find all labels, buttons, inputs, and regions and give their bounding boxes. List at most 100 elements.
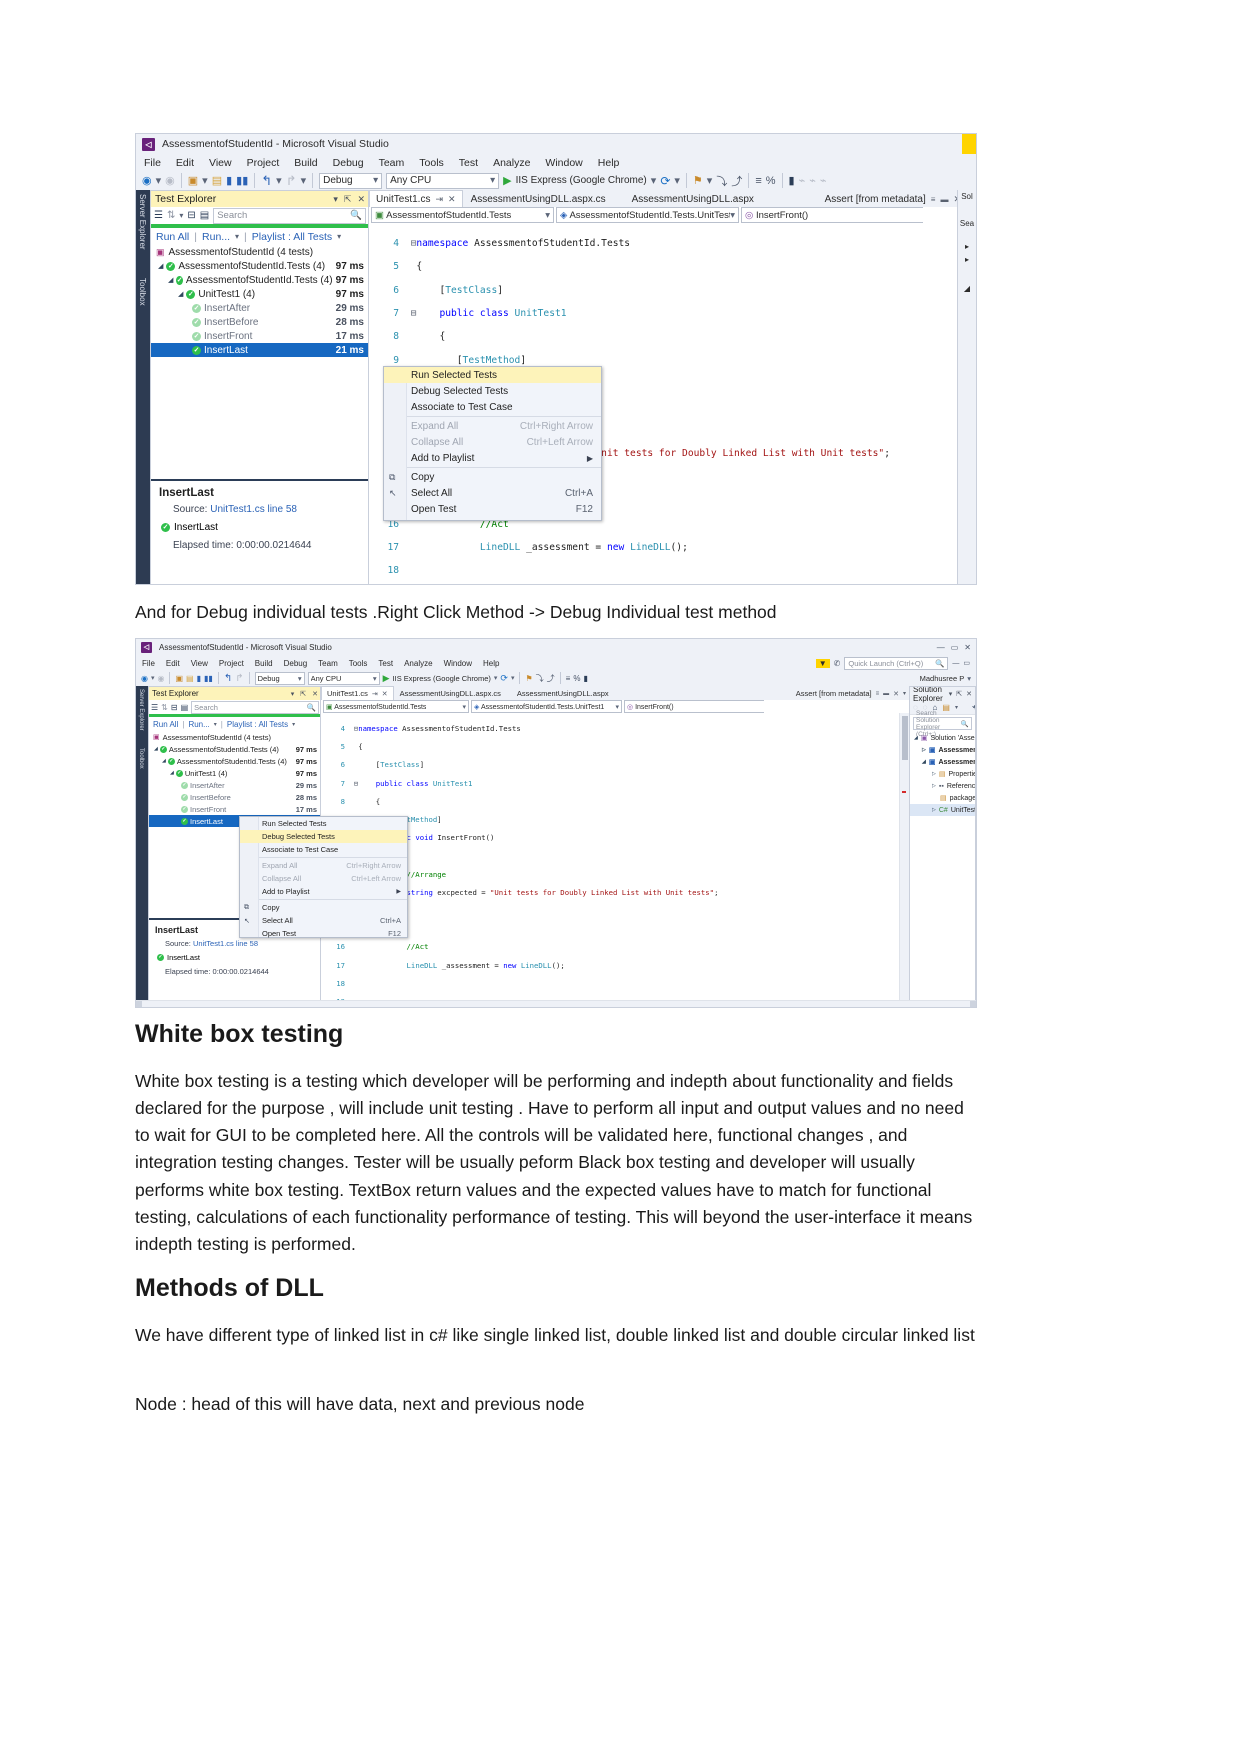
ctx-add-to-playlist[interactable]: Add to Playlist ▶ — [384, 450, 601, 466]
menu-debug[interactable]: Debug — [333, 157, 364, 169]
run-all-button[interactable]: Run All — [153, 720, 178, 729]
refresh-icon[interactable]: ⟳ — [500, 673, 508, 684]
platform-combo-2[interactable]: Any CPU ▾ — [307, 671, 380, 685]
playlist-button[interactable]: Playlist : All Tests — [252, 231, 332, 243]
close-icon[interactable]: ✕ — [964, 643, 971, 652]
search-icon[interactable]: 🔍 — [961, 720, 969, 728]
sliver-icons-2[interactable]: ▸ — [958, 255, 976, 264]
sync-icon[interactable]: ⟲ — [972, 703, 975, 712]
expander-icon[interactable]: ▷ — [922, 747, 926, 753]
menu-test[interactable]: Test — [378, 659, 393, 668]
member-combo[interactable]: ◎ InsertFront() — [741, 207, 923, 223]
test-context-menu-2[interactable]: Run Selected Tests Debug Selected Tests … — [239, 816, 408, 938]
columns-icon[interactable]: ▤ — [181, 703, 189, 712]
expander-icon[interactable]: ▷ — [932, 771, 936, 777]
scrollbar-thumb[interactable] — [902, 716, 908, 760]
chevron-down-icon[interactable]: ▾ — [373, 674, 377, 683]
navigate-back-icon[interactable]: ◉ — [142, 174, 152, 187]
bookmark-icon[interactable]: ▮ — [583, 674, 587, 683]
vs-menu-bar-2[interactable]: File Edit View Project Build Debug Team … — [136, 656, 976, 670]
vs-toolbar-1[interactable]: ◉ ▾ ◉ ▣ ▾ ▤ ▮ ▮▮ ↰ ▾ ↱ ▾ Debug ▾ Any CPU… — [136, 171, 976, 191]
menu-window[interactable]: Window — [545, 157, 582, 169]
refresh-caret-icon[interactable]: ▾ — [511, 674, 515, 682]
undo-icon[interactable]: ↰ — [261, 173, 272, 189]
window-horizontal-scrollbar[interactable] — [136, 1000, 976, 1007]
attach-process-icon[interactable]: ⚑ — [693, 174, 703, 187]
se-row-project-tests[interactable]: ◢ ▣ AssessmentofStudentId.Tests — [910, 756, 975, 768]
redo-icon[interactable]: ↱ — [235, 673, 243, 684]
editor-navigation-bar-1[interactable]: ▣ AssessmentofStudentId.Tests ▾ ◈ Assess… — [369, 207, 976, 224]
chevron-down-icon[interactable]: ▾ — [214, 721, 217, 728]
open-file-icon[interactable]: ▤ — [186, 674, 194, 683]
chevron-down-icon[interactable]: ▾ — [333, 194, 338, 205]
play-icon[interactable]: ▶ — [503, 174, 511, 187]
navigate-back-caret-icon[interactable]: ▾ — [156, 174, 162, 187]
columns-icon[interactable]: ▤ — [200, 210, 209, 221]
test-detail-source-link[interactable]: UnitTest1.cs line 58 — [210, 504, 297, 515]
chevron-down-icon[interactable]: ▾ — [373, 175, 378, 186]
editor-tab-aspx[interactable]: AssessmentUsingDLL.aspx — [614, 191, 772, 207]
test-detail-source-link[interactable]: UnitTest1.cs line 58 — [193, 939, 258, 948]
expander-icon[interactable]: ◢ — [158, 262, 163, 270]
save-icon[interactable]: ▮ — [226, 174, 232, 187]
test-row-unittest1[interactable]: ◢ ✓ UnitTest1 (4) 97 ms — [151, 287, 369, 301]
step-into-icon[interactable]: ⤴ — [547, 673, 555, 684]
test-tree-root-2[interactable]: ▣ AssessmentofStudentId (4 tests) — [149, 731, 321, 743]
menu-analyze[interactable]: Analyze — [493, 157, 530, 169]
redo-icon[interactable]: ↱ — [286, 173, 297, 189]
feedback-icon[interactable]: ✆ — [834, 659, 841, 668]
expander-icon[interactable]: ▷ — [932, 807, 936, 813]
attach-caret-icon[interactable]: ▾ — [707, 174, 713, 187]
menu-project[interactable]: Project — [247, 157, 280, 169]
close-icon[interactable]: ✕ — [312, 690, 318, 698]
test-row-tests-outer-2[interactable]: ◢ ✓ AssessmentofStudentId.Tests (4) 97 m… — [149, 743, 321, 755]
menu-view[interactable]: View — [191, 659, 208, 668]
quick-launch-box[interactable]: Quick Launch (Ctrl+Q) 🔍 — [844, 656, 949, 670]
maximize-icon[interactable]: ▭ — [951, 643, 959, 652]
menu-edit[interactable]: Edit — [166, 659, 180, 668]
split-icon[interactable]: ≡ — [931, 195, 936, 204]
run-target-caret-icon[interactable]: ▾ — [494, 674, 498, 682]
bookmark-next-icon[interactable]: ⌁ — [799, 174, 806, 187]
test-row-insertfront[interactable]: ✓ InsertFront 17 ms — [151, 329, 369, 343]
ctx-select-all-2[interactable]: ↖ Select All Ctrl+A — [240, 914, 407, 927]
ctx-open-test-2[interactable]: Open Test F12 — [240, 927, 407, 940]
redo-caret-icon[interactable]: ▾ — [301, 174, 307, 187]
undo-caret-icon[interactable]: ▾ — [276, 174, 282, 187]
run-all-button[interactable]: Run All — [156, 231, 189, 243]
scroll-right-arrow[interactable] — [970, 1001, 976, 1007]
sort-icon[interactable]: ⇅ — [167, 210, 175, 221]
ctx-select-all[interactable]: ↖ Select All Ctrl+A — [384, 485, 601, 501]
test-tree-root[interactable]: ▣ AssessmentofStudentId (4 tests) — [151, 245, 369, 259]
ctx-copy-2[interactable]: ⧉ Copy — [240, 901, 407, 914]
search-icon[interactable]: 🔍 — [935, 659, 944, 668]
sliver-icons[interactable]: ▸ — [958, 242, 976, 251]
test-explorer-actions[interactable]: Run All | Run... ▾ | Playlist : All Test… — [151, 228, 369, 245]
expander-icon[interactable]: ◢ — [914, 735, 918, 741]
comment-icon[interactable]: % — [573, 674, 580, 683]
pin-icon[interactable]: ⇥ — [435, 194, 443, 205]
editor-tab-unittest1[interactable]: UnitTest1.cs ⇥ ✕ — [369, 190, 463, 207]
expander-icon[interactable]: ◢ — [170, 770, 174, 776]
solution-search-box[interactable]: Search Solution Explorer (Ctrl+;) 🔍 — [913, 710, 972, 738]
minimize-icon[interactable]: — — [937, 643, 945, 652]
ctx-run-selected-tests[interactable]: Run Selected Tests — [384, 367, 601, 383]
test-row-tests-inner[interactable]: ◢ ✓ AssessmentofStudentId.Tests (4) 97 m… — [151, 273, 369, 287]
expander-icon[interactable]: ◢ — [154, 746, 158, 752]
attach-process-icon[interactable]: ⚑ — [525, 674, 532, 683]
save-all-icon[interactable]: ▮▮ — [204, 674, 213, 683]
chevron-down-icon[interactable]: ▾ — [462, 703, 466, 711]
pin-icon[interactable]: ⇱ — [344, 194, 352, 205]
restore-icon-2[interactable]: ▭ — [963, 659, 970, 667]
se-row-packages-config[interactable]: ▤ packages.config — [910, 792, 975, 804]
menu-build[interactable]: Build — [294, 157, 317, 169]
editor-tab-aspx-cs[interactable]: AssessmentUsingDLL.aspx.cs — [463, 191, 614, 207]
sort-icon[interactable]: ⇅ — [161, 703, 168, 712]
chevron-down-icon[interactable]: ▾ — [235, 232, 239, 241]
class-combo-2[interactable]: ◈ AssessmentofStudentId.Tests.UnitTest1 … — [471, 700, 622, 713]
expander-icon[interactable]: ◢ — [162, 758, 166, 764]
chevron-down-icon[interactable]: ▾ — [730, 210, 735, 221]
vs-toolbar-2[interactable]: ◉ ▾ ◉ ▣ ▤ ▮ ▮▮ ↰ ↱ Debug ▾ Any CPU ▾ ▶ I… — [136, 670, 976, 687]
run-target-label-2[interactable]: IIS Express (Google Chrome) — [393, 674, 491, 683]
solution-explorer-sliver-1[interactable]: Sol Sea ▸ ▸ ◢ — [957, 190, 976, 584]
